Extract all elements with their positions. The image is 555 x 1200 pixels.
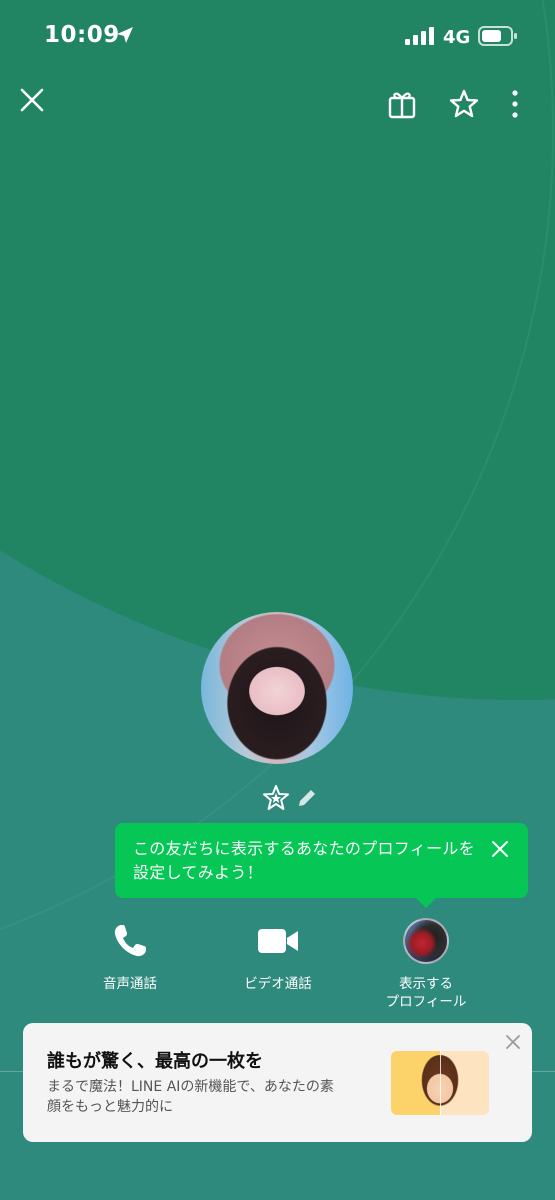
video-camera-icon — [258, 929, 298, 953]
battery-icon — [478, 26, 517, 46]
display-profile-label: 表示する プロフィール — [385, 976, 467, 1010]
profile-avatar[interactable] — [201, 612, 353, 764]
ad-image — [391, 1051, 489, 1115]
voice-call-button[interactable]: 音声通話 — [60, 915, 200, 993]
background — [0, 0, 555, 1200]
action-row: 音声通話 ビデオ通話 表示する プロフィール — [0, 915, 555, 1015]
status-bar: 10:09 4G — [0, 0, 555, 70]
star-icon[interactable] — [448, 88, 480, 120]
star-badge-icon[interactable] — [262, 784, 290, 812]
profile-mini-avatar — [403, 918, 449, 964]
video-call-button[interactable]: ビデオ通話 — [208, 915, 348, 993]
profile-name-row — [262, 784, 322, 812]
ad-title: 誰もが驚く、最高の一枚を — [47, 1051, 263, 1072]
display-profile-button[interactable]: 表示する プロフィール — [356, 915, 496, 1011]
tooltip-text: この友だちに表示するあなたのプロフィールを設定してみよう！ — [133, 839, 475, 882]
location-arrow-icon — [117, 27, 133, 43]
status-time: 10:09 — [44, 22, 120, 48]
profile-tooltip: この友だちに表示するあなたのプロフィールを設定してみよう！ — [115, 823, 528, 908]
ad-close-icon[interactable] — [504, 1033, 522, 1051]
ad-image-split — [440, 1051, 441, 1115]
voice-call-label: 音声通話 — [103, 976, 157, 992]
video-call-label: ビデオ通話 — [244, 976, 312, 992]
network-type: 4G — [443, 27, 471, 48]
close-icon[interactable] — [18, 86, 46, 114]
phone-icon — [114, 925, 146, 957]
tooltip-close-icon[interactable] — [490, 839, 510, 859]
ad-banner[interactable]: 誰もが驚く、最高の一枚を まるで魔法！LINE AIの新機能で、あなたの素顔をも… — [23, 1023, 532, 1142]
more-vertical-icon[interactable] — [503, 88, 527, 120]
ad-description: まるで魔法！LINE AIの新機能で、あなたの素顔をもっと魅力的に — [47, 1079, 334, 1115]
gift-icon[interactable] — [386, 88, 418, 120]
tooltip-arrow — [416, 898, 436, 908]
pencil-icon[interactable] — [296, 787, 318, 809]
cellular-signal-icon — [405, 27, 434, 45]
